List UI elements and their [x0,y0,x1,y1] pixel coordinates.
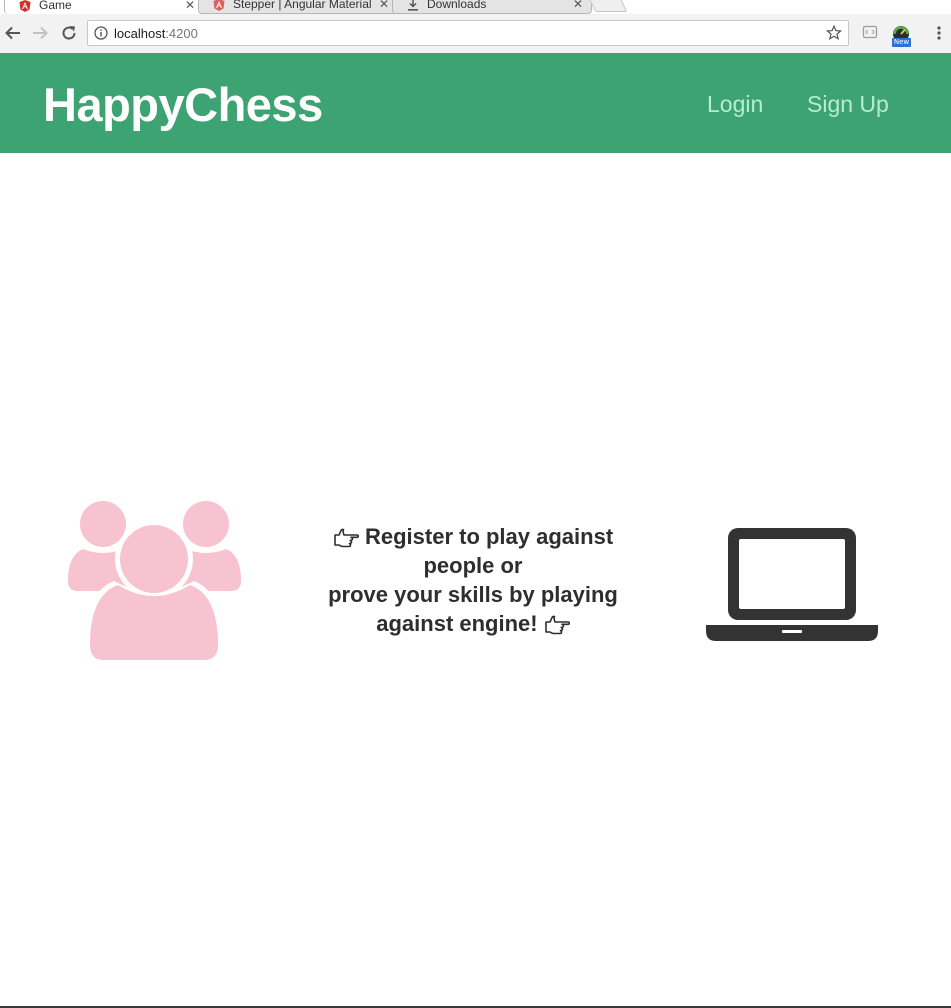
extension-gauge-button[interactable]: New [891,24,913,48]
pointing-hand-icon [334,528,359,548]
extension-icon[interactable] [862,24,878,40]
arrow-left-icon [5,26,20,40]
tab-close-button[interactable]: ✕ [573,0,583,11]
pointing-hand-icon [544,615,570,635]
login-link[interactable]: Login [707,90,763,118]
browser-toolbar: localhost:4200 New [0,14,951,54]
hero-line-1: Register to play against [300,522,646,551]
browser-tabstrip: Game ✕ Stepper | Angular Material ✕ Down… [0,0,951,14]
signup-link[interactable]: Sign Up [807,90,889,118]
more-menu-icon[interactable] [937,26,941,40]
angular-icon [213,0,225,11]
tab-game[interactable]: Game ✕ [4,0,204,14]
new-tab-button[interactable] [588,0,628,12]
app-header: HappyChess Login Sign Up [0,53,951,153]
url-port: :4200 [165,25,198,41]
tab-title: Game [39,0,72,12]
reload-button[interactable] [59,23,79,43]
hero-line-2: people or [423,553,523,578]
new-badge: New [892,38,911,47]
url-text: localhost:4200 [114,26,198,41]
hero-line-4: against engine! [300,609,646,638]
back-button[interactable] [3,23,23,43]
tab-stepper[interactable]: Stepper | Angular Material ✕ [198,0,398,14]
address-bar[interactable]: localhost:4200 [87,20,849,46]
laptop-icon [706,528,878,641]
tab-title: Stepper | Angular Material [233,0,372,11]
tab-close-button[interactable]: ✕ [185,0,195,12]
hero-line-4-text: against engine! [376,611,538,636]
arrow-right-icon [33,26,48,40]
hero-line-3: prove your skills by playing [328,582,618,607]
hero-message: Register to play against people or prove… [300,522,646,638]
download-icon [408,0,418,11]
angular-icon [19,0,31,12]
tab-title: Downloads [427,0,487,11]
hero-line-1-text: Register to play against [364,524,614,549]
tab-downloads[interactable]: Downloads ✕ [392,0,592,14]
tab-close-button[interactable]: ✕ [379,0,389,11]
bookmark-star-icon[interactable] [826,25,842,41]
forward-button[interactable] [30,23,50,43]
people-group-icon [68,501,241,662]
reload-icon [62,26,76,40]
brand-logo[interactable]: HappyChess [43,81,323,129]
url-host: localhost [114,25,166,41]
info-icon[interactable] [94,26,108,40]
